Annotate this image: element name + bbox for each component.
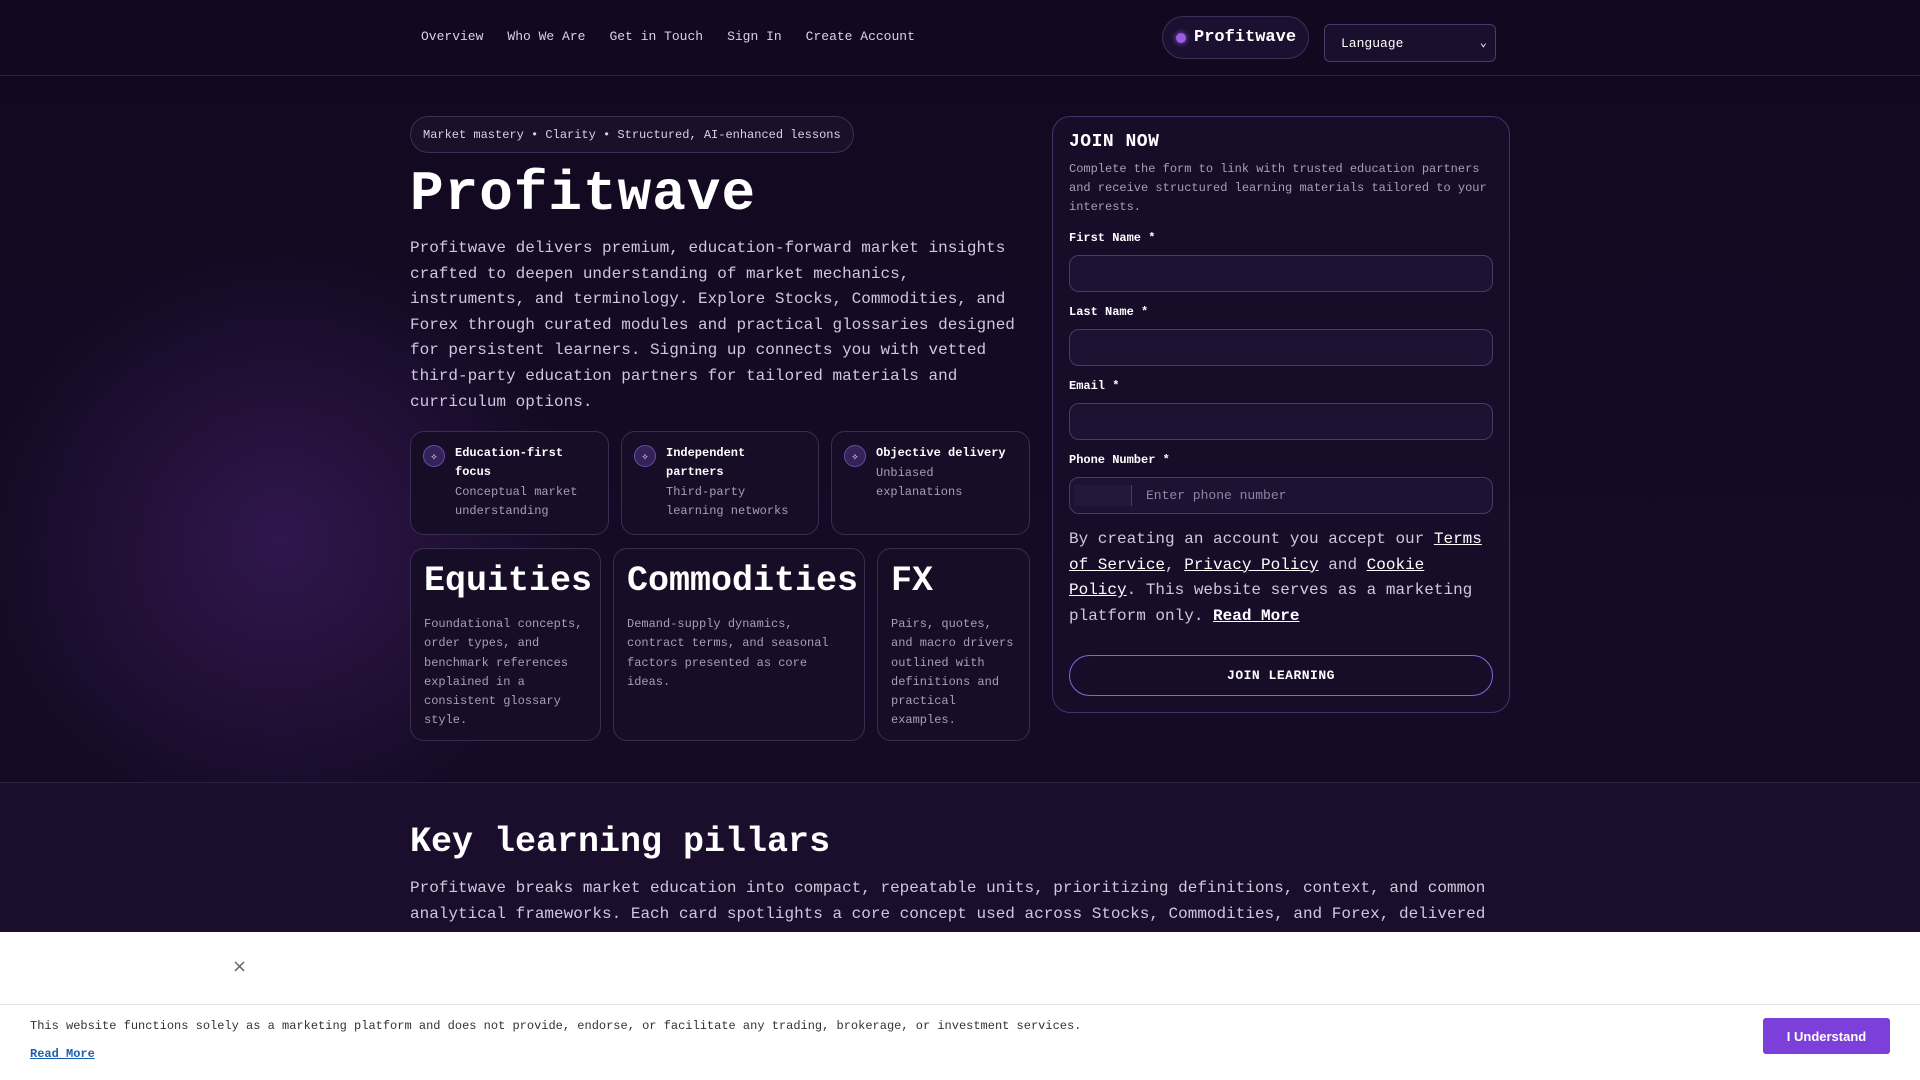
feature-card-partners: ✧ Independent partners Third-party learn… — [621, 431, 819, 535]
consent-separator: , — [1165, 555, 1185, 574]
join-title: JOIN NOW — [1069, 132, 1160, 152]
market-card-equities: Equities Foundational concepts, order ty… — [410, 548, 601, 741]
phone-label: Phone Number * — [1069, 453, 1170, 467]
pillars-title: Key learning pillars — [410, 822, 831, 862]
market-title: Equities — [424, 561, 593, 601]
chevron-down-icon: ⌄ — [1479, 36, 1487, 50]
market-card-commodities: Commodities Demand-supply dynamics, cont… — [613, 548, 865, 741]
feature-title: Objective delivery — [876, 446, 1006, 460]
market-title: FX — [891, 561, 934, 601]
market-description: Pairs, quotes, and macro drivers outline… — [891, 617, 1014, 728]
hero-description: Profitwave delivers premium, education-f… — [410, 239, 1015, 411]
hero-tagline-badge: Market mastery • Clarity • Structured, A… — [410, 116, 854, 153]
phone-placeholder: Enter phone number — [1146, 488, 1287, 503]
disclaimer-banner: × This website functions solely as a mar… — [0, 932, 1920, 1080]
consent-prefix: By creating an account you accept our — [1069, 530, 1434, 548]
phone-country-selector[interactable] — [1074, 485, 1132, 506]
brand-logo[interactable]: Profitwave — [1162, 16, 1309, 59]
pillars-description: Profitwave breaks market education into … — [410, 879, 1486, 923]
market-description: Foundational concepts, order types, and … — [424, 617, 583, 728]
i-understand-button[interactable]: I Understand — [1763, 1018, 1890, 1054]
language-select[interactable]: Language ⌄ — [1324, 24, 1496, 62]
nav-who-we-are[interactable]: Who We Are — [495, 27, 597, 46]
banner-text: This website functions solely as a marke… — [30, 1019, 1082, 1033]
feature-title: Education-first focus — [455, 446, 564, 479]
consent-text: By creating an account you accept our Te… — [1069, 527, 1497, 629]
nav-create-account[interactable]: Create Account — [794, 27, 927, 46]
sparkle-icon: ✧ — [844, 445, 866, 467]
hero-title: Profitwave — [410, 162, 757, 226]
read-more-link[interactable]: Read More — [1213, 607, 1299, 625]
feature-subtitle: Conceptual market understanding — [455, 485, 578, 518]
language-select-value: Language — [1341, 35, 1404, 51]
feature-card-objective: ✧ Objective delivery Unbiased explanatio… — [831, 431, 1030, 535]
feature-subtitle: Third-party learning networks — [666, 485, 789, 518]
main-nav: Overview Who We Are Get in Touch Sign In… — [409, 27, 927, 46]
nav-overview[interactable]: Overview — [409, 27, 495, 46]
nav-sign-in[interactable]: Sign In — [715, 27, 794, 46]
market-description: Demand-supply dynamics, contract terms, … — [627, 617, 829, 689]
consent-separator: and — [1318, 555, 1367, 574]
join-form: JOIN NOW Complete the form to link with … — [1052, 116, 1510, 713]
join-learning-button[interactable]: JOIN LEARNING — [1069, 655, 1493, 696]
email-field[interactable] — [1069, 403, 1493, 440]
close-icon[interactable]: × — [232, 956, 247, 977]
email-label: Email * — [1069, 379, 1120, 393]
brand-name: Profitwave — [1194, 28, 1297, 47]
phone-field[interactable]: Enter phone number — [1069, 477, 1493, 514]
sparkle-icon: ✧ — [634, 445, 656, 467]
top-navigation-bar: Overview Who We Are Get in Touch Sign In… — [0, 0, 1920, 76]
pillars-section: Key learning pillars Profitwave breaks m… — [0, 782, 1920, 942]
nav-get-in-touch[interactable]: Get in Touch — [597, 27, 715, 46]
first-name-field[interactable] — [1069, 255, 1493, 292]
market-card-fx: FX Pairs, quotes, and macro drivers outl… — [877, 548, 1030, 741]
market-title: Commodities — [627, 561, 859, 601]
sparkle-icon: ✧ — [423, 445, 445, 467]
privacy-link[interactable]: Privacy Policy — [1184, 556, 1318, 574]
first-name-label: First Name * — [1069, 231, 1156, 245]
banner-read-more-link[interactable]: Read More — [30, 1047, 95, 1061]
feature-title: Independent partners — [666, 446, 746, 479]
feature-card-education: ✧ Education-first focus Conceptual marke… — [410, 431, 609, 535]
brand-dot-icon — [1176, 32, 1186, 43]
last-name-field[interactable] — [1069, 329, 1493, 366]
join-subtitle: Complete the form to link with trusted e… — [1069, 162, 1487, 214]
feature-subtitle: Unbiased explanations — [876, 466, 963, 499]
last-name-label: Last Name * — [1069, 305, 1149, 319]
banner-header: × — [0, 932, 1920, 1005]
